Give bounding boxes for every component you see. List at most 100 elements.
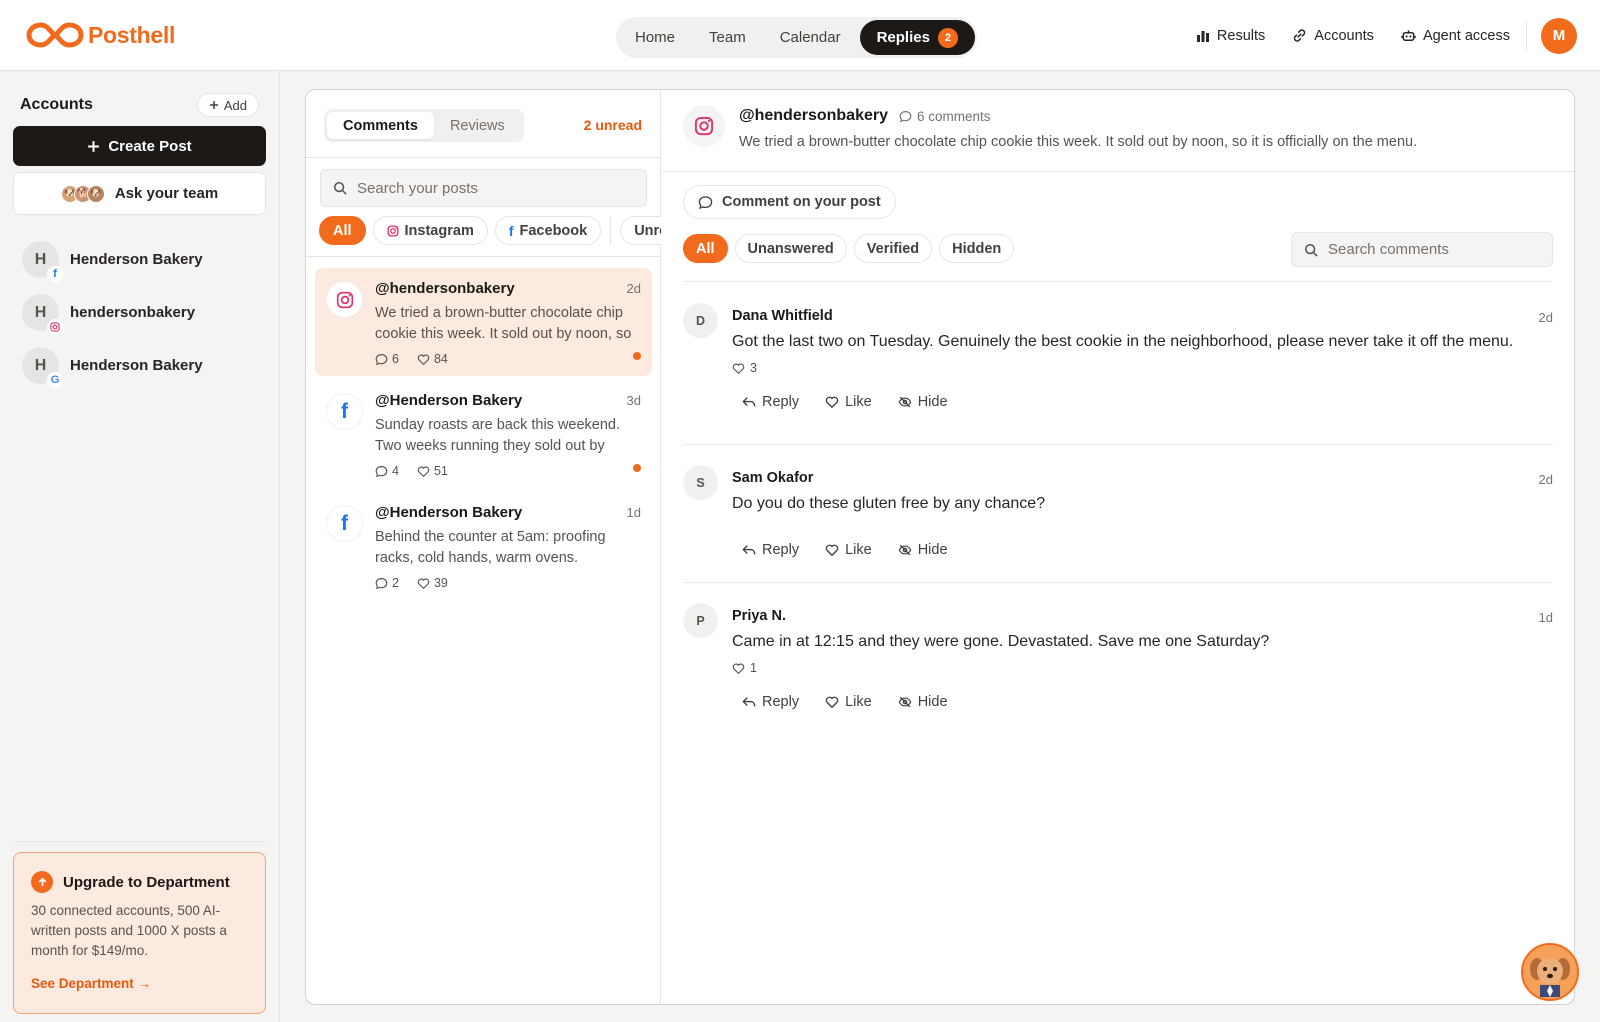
heart-icon	[732, 363, 745, 374]
hide-button[interactable]: Hide	[898, 535, 974, 565]
reply-button[interactable]: Reply	[742, 387, 825, 417]
comment-time: 2d	[1538, 310, 1553, 325]
results-label: Results	[1216, 27, 1266, 44]
comment-on-post-label: Comment on your post	[722, 194, 881, 210]
reply-label: Reply	[762, 694, 800, 710]
tab-comments[interactable]: Comments	[327, 112, 434, 139]
comment-icon	[375, 465, 388, 477]
post-list-column: Comments Reviews 2 unread All Instagram …	[306, 90, 661, 1004]
reply-button[interactable]: Reply	[742, 687, 825, 717]
team-avatars: 🐶 🐕 🐶	[60, 184, 105, 203]
comment-detail-column: @hendersonbakery 6 comments We tried a b…	[662, 90, 1574, 1004]
agent-access-link[interactable]: Agent access	[1401, 28, 1510, 44]
like-button[interactable]: Like	[825, 687, 898, 717]
dog-avatar-icon: 🐶	[86, 184, 105, 203]
post-handle[interactable]: @hendersonbakery	[739, 107, 888, 125]
account-item[interactable]: H G Henderson Bakery	[22, 339, 203, 392]
post-item[interactable]: @hendersonbakery 2d We tried a brown-but…	[315, 268, 652, 376]
upgrade-title: Upgrade to Department	[63, 873, 230, 891]
unread-count[interactable]: 2 unread	[584, 117, 642, 133]
search-posts-input[interactable]	[357, 179, 617, 197]
comment-count: 6 comments	[899, 109, 991, 124]
results-link[interactable]: Results	[1196, 28, 1265, 44]
nav-home[interactable]: Home	[618, 20, 692, 55]
post-handle: @Henderson Bakery	[375, 504, 523, 521]
post-description: We tried a brown-butter chocolate chip c…	[739, 134, 1418, 150]
commenter-avatar: S	[683, 465, 718, 500]
network-filters: All Instagram f Facebook Unread	[319, 216, 661, 246]
instagram-icon	[386, 224, 399, 237]
filter-verified[interactable]: Verified	[853, 234, 933, 263]
create-post-label: Create Post	[108, 137, 192, 155]
main-nav: Home Team Calendar Replies 2	[616, 17, 977, 58]
commenter-name: Priya N.	[732, 608, 786, 624]
comment-on-post-button[interactable]: Comment on your post	[683, 185, 896, 219]
see-department-link[interactable]: See Department →	[31, 976, 248, 991]
hide-button[interactable]: Hide	[898, 387, 974, 417]
post-item[interactable]: f @Henderson Bakery 3d Sunday roasts are…	[315, 380, 652, 488]
instagram-icon	[683, 105, 725, 147]
like-count: 3	[750, 361, 757, 375]
comment-likes: 1	[732, 661, 1553, 675]
replies-panel: Comments Reviews 2 unread All Instagram …	[305, 89, 1575, 1005]
sidebar-header: Accounts Add	[20, 93, 259, 117]
top-right-actions: Results Accounts Agent access M	[1196, 0, 1600, 71]
filter-all[interactable]: All	[319, 216, 366, 245]
search-comments-input[interactable]	[1328, 241, 1538, 258]
instagram-icon	[47, 319, 63, 335]
logo[interactable]: Posthell	[26, 20, 175, 50]
account-item[interactable]: H hendersonbakery	[22, 286, 203, 339]
accounts-label: Accounts	[1314, 27, 1374, 44]
eye-off-icon	[898, 396, 912, 408]
comment-time: 2d	[1538, 472, 1553, 487]
like-count: 39	[433, 576, 448, 590]
comment-count: 4	[392, 464, 399, 478]
account-initial: H	[34, 250, 47, 268]
assistant-dog-button[interactable]	[1521, 943, 1579, 1001]
divider	[610, 216, 612, 245]
create-post-button[interactable]: Create Post	[13, 126, 266, 166]
comment-text: Got the last two on Tuesday. Genuinely t…	[732, 333, 1514, 350]
like-button[interactable]: Like	[825, 535, 898, 565]
filter-label: Facebook	[519, 222, 588, 239]
user-avatar[interactable]: M	[1541, 17, 1577, 54]
ask-team-button[interactable]: 🐶 🐕 🐶 Ask your team	[13, 172, 266, 215]
comment-time: 1d	[1538, 610, 1553, 625]
like-button[interactable]: Like	[825, 387, 898, 417]
add-account-button[interactable]: Add	[196, 93, 259, 117]
accounts-link[interactable]: Accounts	[1292, 28, 1374, 44]
reply-button[interactable]: Reply	[742, 535, 825, 565]
account-name: Henderson Bakery	[70, 357, 203, 374]
comment-item: S Sam Okafor 2d Do you do these gluten f…	[683, 445, 1553, 583]
nav-replies[interactable]: Replies 2	[859, 20, 975, 55]
post-item[interactable]: f @Henderson Bakery 1d Behind the counte…	[315, 492, 652, 600]
commenter-avatar: D	[683, 303, 718, 338]
post-text: Sunday roasts are back this weekend. Two…	[375, 417, 621, 454]
filter-all[interactable]: All	[683, 234, 728, 263]
filter-hidden[interactable]: Hidden	[939, 234, 1015, 263]
filter-unread[interactable]: Unread	[620, 216, 661, 245]
ask-team-label: Ask your team	[114, 185, 219, 202]
hide-button[interactable]: Hide	[898, 687, 974, 717]
heart-icon	[825, 696, 839, 708]
tab-reviews[interactable]: Reviews	[434, 112, 521, 139]
upgrade-header: Upgrade to Department	[31, 871, 248, 893]
account-list: H f Henderson Bakery H hendersonbakery H…	[22, 233, 203, 392]
nav-team[interactable]: Team	[692, 20, 763, 55]
divider	[306, 256, 660, 257]
account-item[interactable]: H f Henderson Bakery	[22, 233, 203, 286]
facebook-icon: f	[508, 222, 514, 239]
nav-calendar[interactable]: Calendar	[763, 20, 858, 55]
filter-instagram[interactable]: Instagram	[372, 216, 488, 245]
facebook-icon: f	[47, 266, 63, 282]
post-title-row: @hendersonbakery 6 comments	[739, 107, 991, 125]
divider	[306, 157, 660, 158]
divider	[13, 841, 266, 842]
facebook-icon: f	[326, 505, 363, 542]
unread-dot	[633, 464, 641, 472]
comment-actions: Reply Like Hide	[742, 535, 1553, 565]
like-label: Like	[845, 542, 872, 558]
divider	[683, 281, 1553, 282]
filter-unanswered[interactable]: Unanswered	[734, 234, 847, 263]
filter-facebook[interactable]: f Facebook	[494, 216, 602, 245]
